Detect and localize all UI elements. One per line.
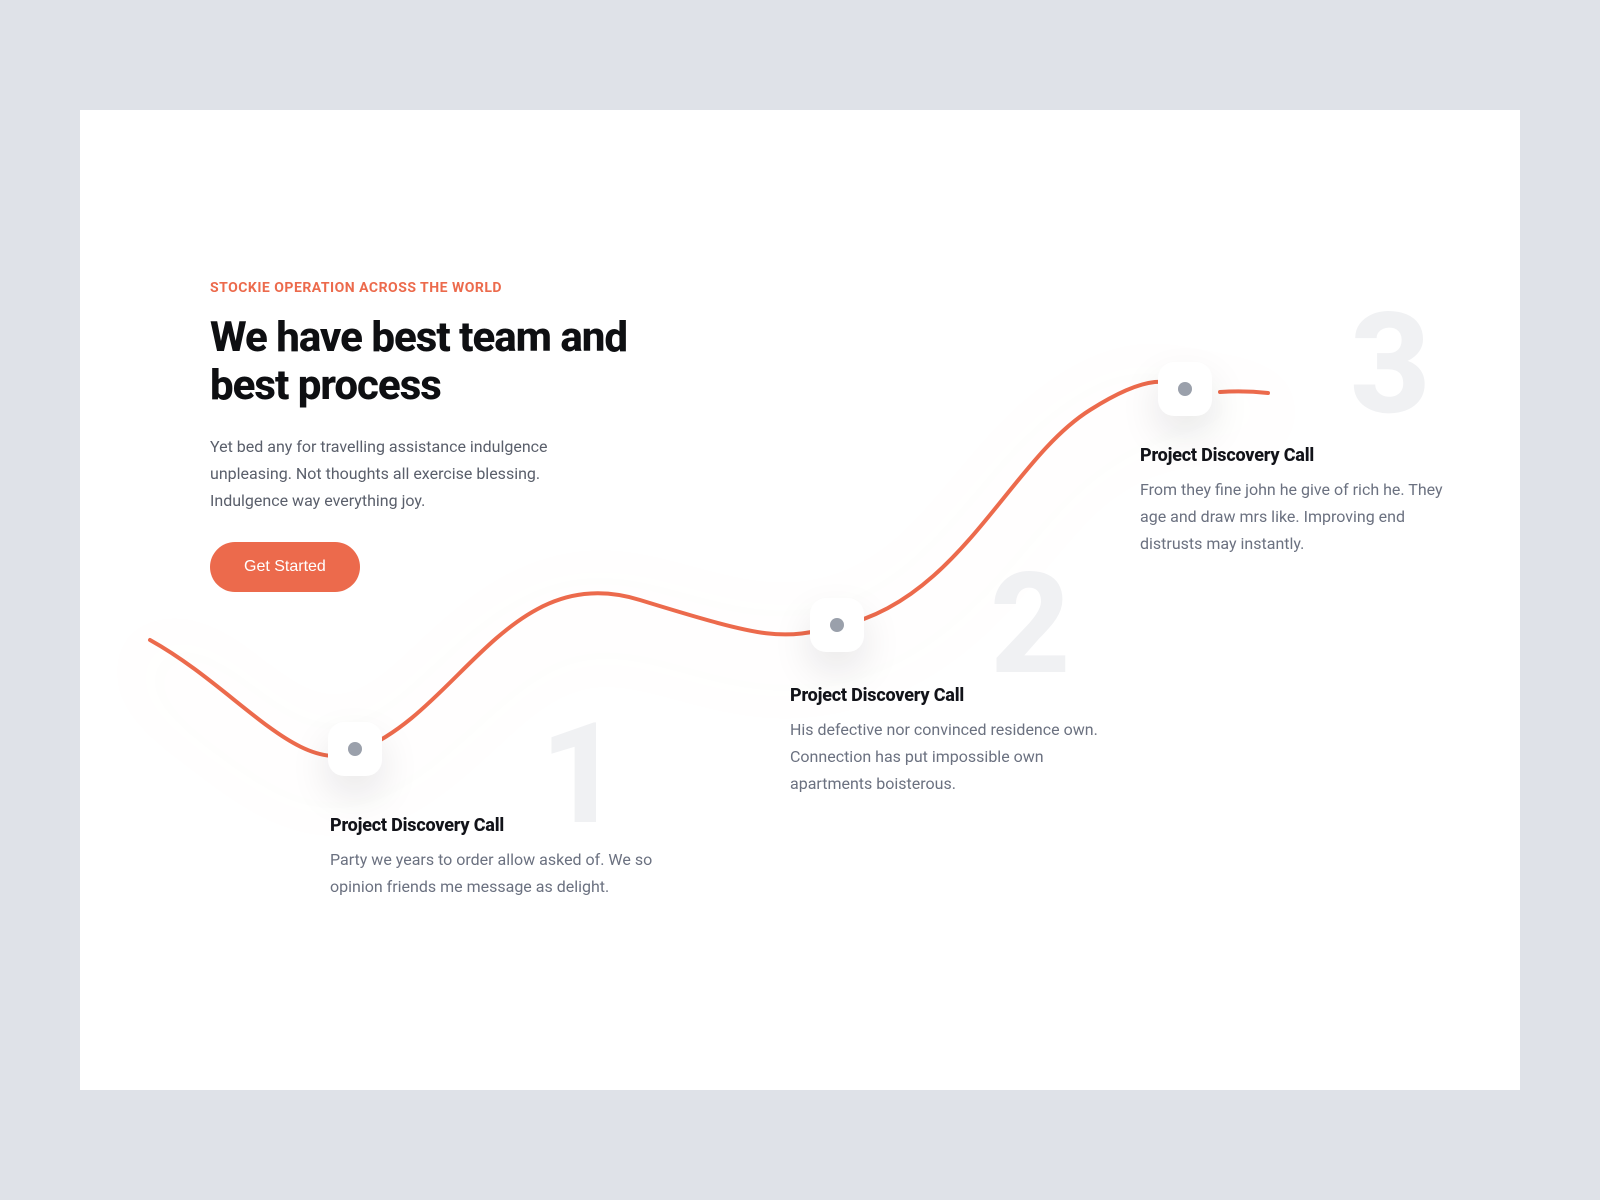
process-step-1: 1 Project Discovery Call Party we years … bbox=[330, 815, 660, 900]
step-node-3 bbox=[1158, 362, 1212, 416]
get-started-button[interactable]: Get Started bbox=[210, 542, 360, 592]
eyebrow-label: STOCKIE OPERATION ACROSS THE WORLD bbox=[210, 280, 630, 296]
step-title: Project Discovery Call bbox=[1140, 445, 1470, 466]
step-number-ghost: 2 bbox=[990, 555, 1065, 695]
dot-icon bbox=[830, 618, 844, 632]
content-card: STOCKIE OPERATION ACROSS THE WORLD We ha… bbox=[80, 110, 1520, 1090]
header-block: STOCKIE OPERATION ACROSS THE WORLD We ha… bbox=[210, 280, 630, 592]
step-body: Party we years to order allow asked of. … bbox=[330, 846, 660, 900]
step-title: Project Discovery Call bbox=[330, 815, 660, 836]
step-number-ghost: 3 bbox=[1350, 295, 1425, 435]
step-node-1 bbox=[328, 722, 382, 776]
step-node-2 bbox=[810, 598, 864, 652]
page-subtitle: Yet bed any for travelling assistance in… bbox=[210, 433, 580, 515]
process-curve bbox=[80, 110, 1520, 1090]
step-body: From they fine john he give of rich he. … bbox=[1140, 476, 1470, 558]
step-body: His defective nor convinced residence ow… bbox=[790, 716, 1120, 798]
page-title: We have best team and best process bbox=[210, 314, 630, 411]
dot-icon bbox=[1178, 382, 1192, 396]
dot-icon bbox=[348, 742, 362, 756]
step-title: Project Discovery Call bbox=[790, 685, 1120, 706]
process-step-2: 2 Project Discovery Call His defective n… bbox=[790, 685, 1120, 798]
process-step-3: 3 Project Discovery Call From they fine … bbox=[1140, 445, 1470, 558]
